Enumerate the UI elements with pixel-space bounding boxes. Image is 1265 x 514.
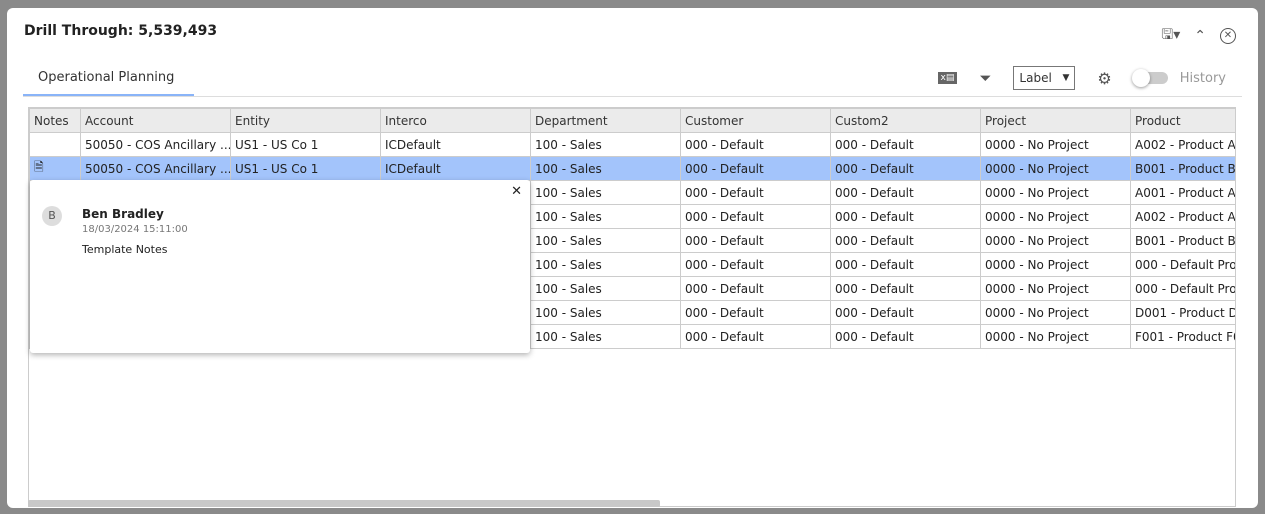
table-row[interactable]: 🗎 50050 - COS Ancillary ... US1 - US Co 1I… [29, 156, 1235, 181]
cell-customer[interactable]: 000 - Default [680, 132, 831, 157]
column-header-custom2[interactable]: Custom2 [830, 108, 981, 133]
history-label: History [1179, 70, 1226, 86]
cell-customer[interactable]: 000 - Default [680, 156, 831, 181]
filter-icon[interactable]: ⏷ [979, 69, 991, 87]
cell-department[interactable]: 100 - Sales [530, 228, 681, 253]
cell-account[interactable]: 50050 - COS Ancillary ... [80, 132, 231, 157]
chevron-down-icon: ▼ [1062, 73, 1070, 83]
gear-icon[interactable]: ⚙ [1097, 69, 1111, 88]
cell-department[interactable]: 100 - Sales [530, 300, 681, 325]
cell-product[interactable]: A002 - Product A0 [1130, 132, 1235, 157]
cell-project[interactable]: 0000 - No Project [980, 252, 1131, 277]
cell-product[interactable]: B001 - Product B0 [1130, 156, 1235, 181]
cell-product[interactable]: A001 - Product A0 [1130, 180, 1235, 205]
notes-cell[interactable]: 🗎 [29, 156, 81, 181]
save-layout-icon[interactable]: 🖫▾ [1161, 24, 1180, 48]
cell-custom2[interactable]: 000 - Default [830, 204, 981, 229]
cell-product[interactable]: A002 - Product A0 [1130, 204, 1235, 229]
cell-custom2[interactable]: 000 - Default [830, 180, 981, 205]
cell-department[interactable]: 100 - Sales [530, 276, 681, 301]
cell-entity[interactable]: US1 - US Co 1 [230, 132, 381, 157]
cell-product[interactable]: B001 - Product B0 [1130, 228, 1235, 253]
cell-customer[interactable]: 000 - Default [680, 324, 831, 349]
cell-department[interactable]: 100 - Sales [530, 252, 681, 277]
note-author: Ben Bradley [82, 207, 164, 221]
cell-customer[interactable]: 000 - Default [680, 300, 831, 325]
cell-project[interactable]: 0000 - No Project [980, 324, 1131, 349]
collapse-icon[interactable]: ⌃ [1194, 28, 1206, 44]
dialog-title: Drill Through: 5,539,493 [24, 23, 218, 39]
label-select[interactable]: Label ▼ [1013, 66, 1076, 90]
close-icon[interactable]: ✕ [1220, 28, 1236, 44]
tab-divider [23, 96, 1242, 97]
cell-project[interactable]: 0000 - No Project [980, 204, 1131, 229]
cell-project[interactable]: 0000 - No Project [980, 180, 1131, 205]
cell-department[interactable]: 100 - Sales [530, 204, 681, 229]
column-header-entity[interactable]: Entity [230, 108, 381, 133]
cell-project[interactable]: 0000 - No Project [980, 156, 1131, 181]
column-header-customer[interactable]: Customer [680, 108, 831, 133]
cell-department[interactable]: 100 - Sales [530, 156, 681, 181]
cell-entity[interactable]: US1 - US Co 1 [230, 156, 381, 181]
cell-customer[interactable]: 000 - Default [680, 228, 831, 253]
cell-custom2[interactable]: 000 - Default [830, 252, 981, 277]
note-timestamp: 18/03/2024 15:11:00 [82, 224, 188, 235]
cell-customer[interactable]: 000 - Default [680, 180, 831, 205]
cell-interco[interactable]: ICDefault [380, 132, 531, 157]
cell-custom2[interactable]: 000 - Default [830, 276, 981, 301]
note-text: Template Notes [82, 243, 168, 256]
excel-export-icon[interactable]: x▤ [937, 72, 958, 84]
cell-custom2[interactable]: 000 - Default [830, 156, 981, 181]
table-row[interactable]: 50050 - COS Ancillary ... US1 - US Co 1 IC… [29, 132, 1235, 157]
cell-product[interactable]: D001 - Product D0 [1130, 300, 1235, 325]
close-note-icon[interactable]: ✕ [511, 184, 522, 199]
cell-customer[interactable]: 000 - Default [680, 252, 831, 277]
column-header-interco[interactable]: Interco [380, 108, 531, 133]
cell-product[interactable]: 000 - Default Proc [1130, 276, 1235, 301]
tab-operational-planning[interactable]: Operational Planning [23, 66, 194, 96]
select-value: Label [1019, 71, 1052, 85]
cell-department[interactable]: 100 - Sales [530, 180, 681, 205]
horizontal-scrollbar[interactable] [28, 500, 660, 507]
cell-project[interactable]: 0000 - No Project [980, 300, 1131, 325]
cell-custom2[interactable]: 000 - Default [830, 324, 981, 349]
column-header-notes[interactable]: Notes [29, 108, 81, 133]
cell-department[interactable]: 100 - Sales [530, 324, 681, 349]
notes-cell[interactable] [29, 132, 81, 157]
cell-interco[interactable]: ICDefault [380, 156, 531, 181]
cell-custom2[interactable]: 000 - Default [830, 132, 981, 157]
cell-custom2[interactable]: 000 - Default [830, 300, 981, 325]
cell-product[interactable]: F001 - Product F0 [1130, 324, 1235, 349]
avatar: B [42, 206, 62, 226]
cell-project[interactable]: 0000 - No Project [980, 132, 1131, 157]
cell-product[interactable]: 000 - Default Proc [1130, 252, 1235, 277]
cell-project[interactable]: 0000 - No Project [980, 228, 1131, 253]
cell-department[interactable]: 100 - Sales [530, 132, 681, 157]
note-popup: ✕ B Ben Bradley 18/03/2024 15:11:00 Temp… [30, 180, 530, 353]
cell-project[interactable]: 0000 - No Project [980, 276, 1131, 301]
column-header-product[interactable]: Product [1130, 108, 1235, 133]
column-header-project[interactable]: Project [980, 108, 1131, 133]
note-icon[interactable]: 🗎 [34, 160, 44, 174]
cell-customer[interactable]: 000 - Default [680, 204, 831, 229]
history-toggle[interactable] [1131, 69, 1168, 87]
column-header-department[interactable]: Department [530, 108, 681, 133]
cell-custom2[interactable]: 000 - Default [830, 228, 981, 253]
column-header-account[interactable]: Account [80, 108, 231, 133]
cell-account[interactable]: 50050 - COS Ancillary ... [80, 156, 231, 181]
cell-customer[interactable]: 000 - Default [680, 276, 831, 301]
